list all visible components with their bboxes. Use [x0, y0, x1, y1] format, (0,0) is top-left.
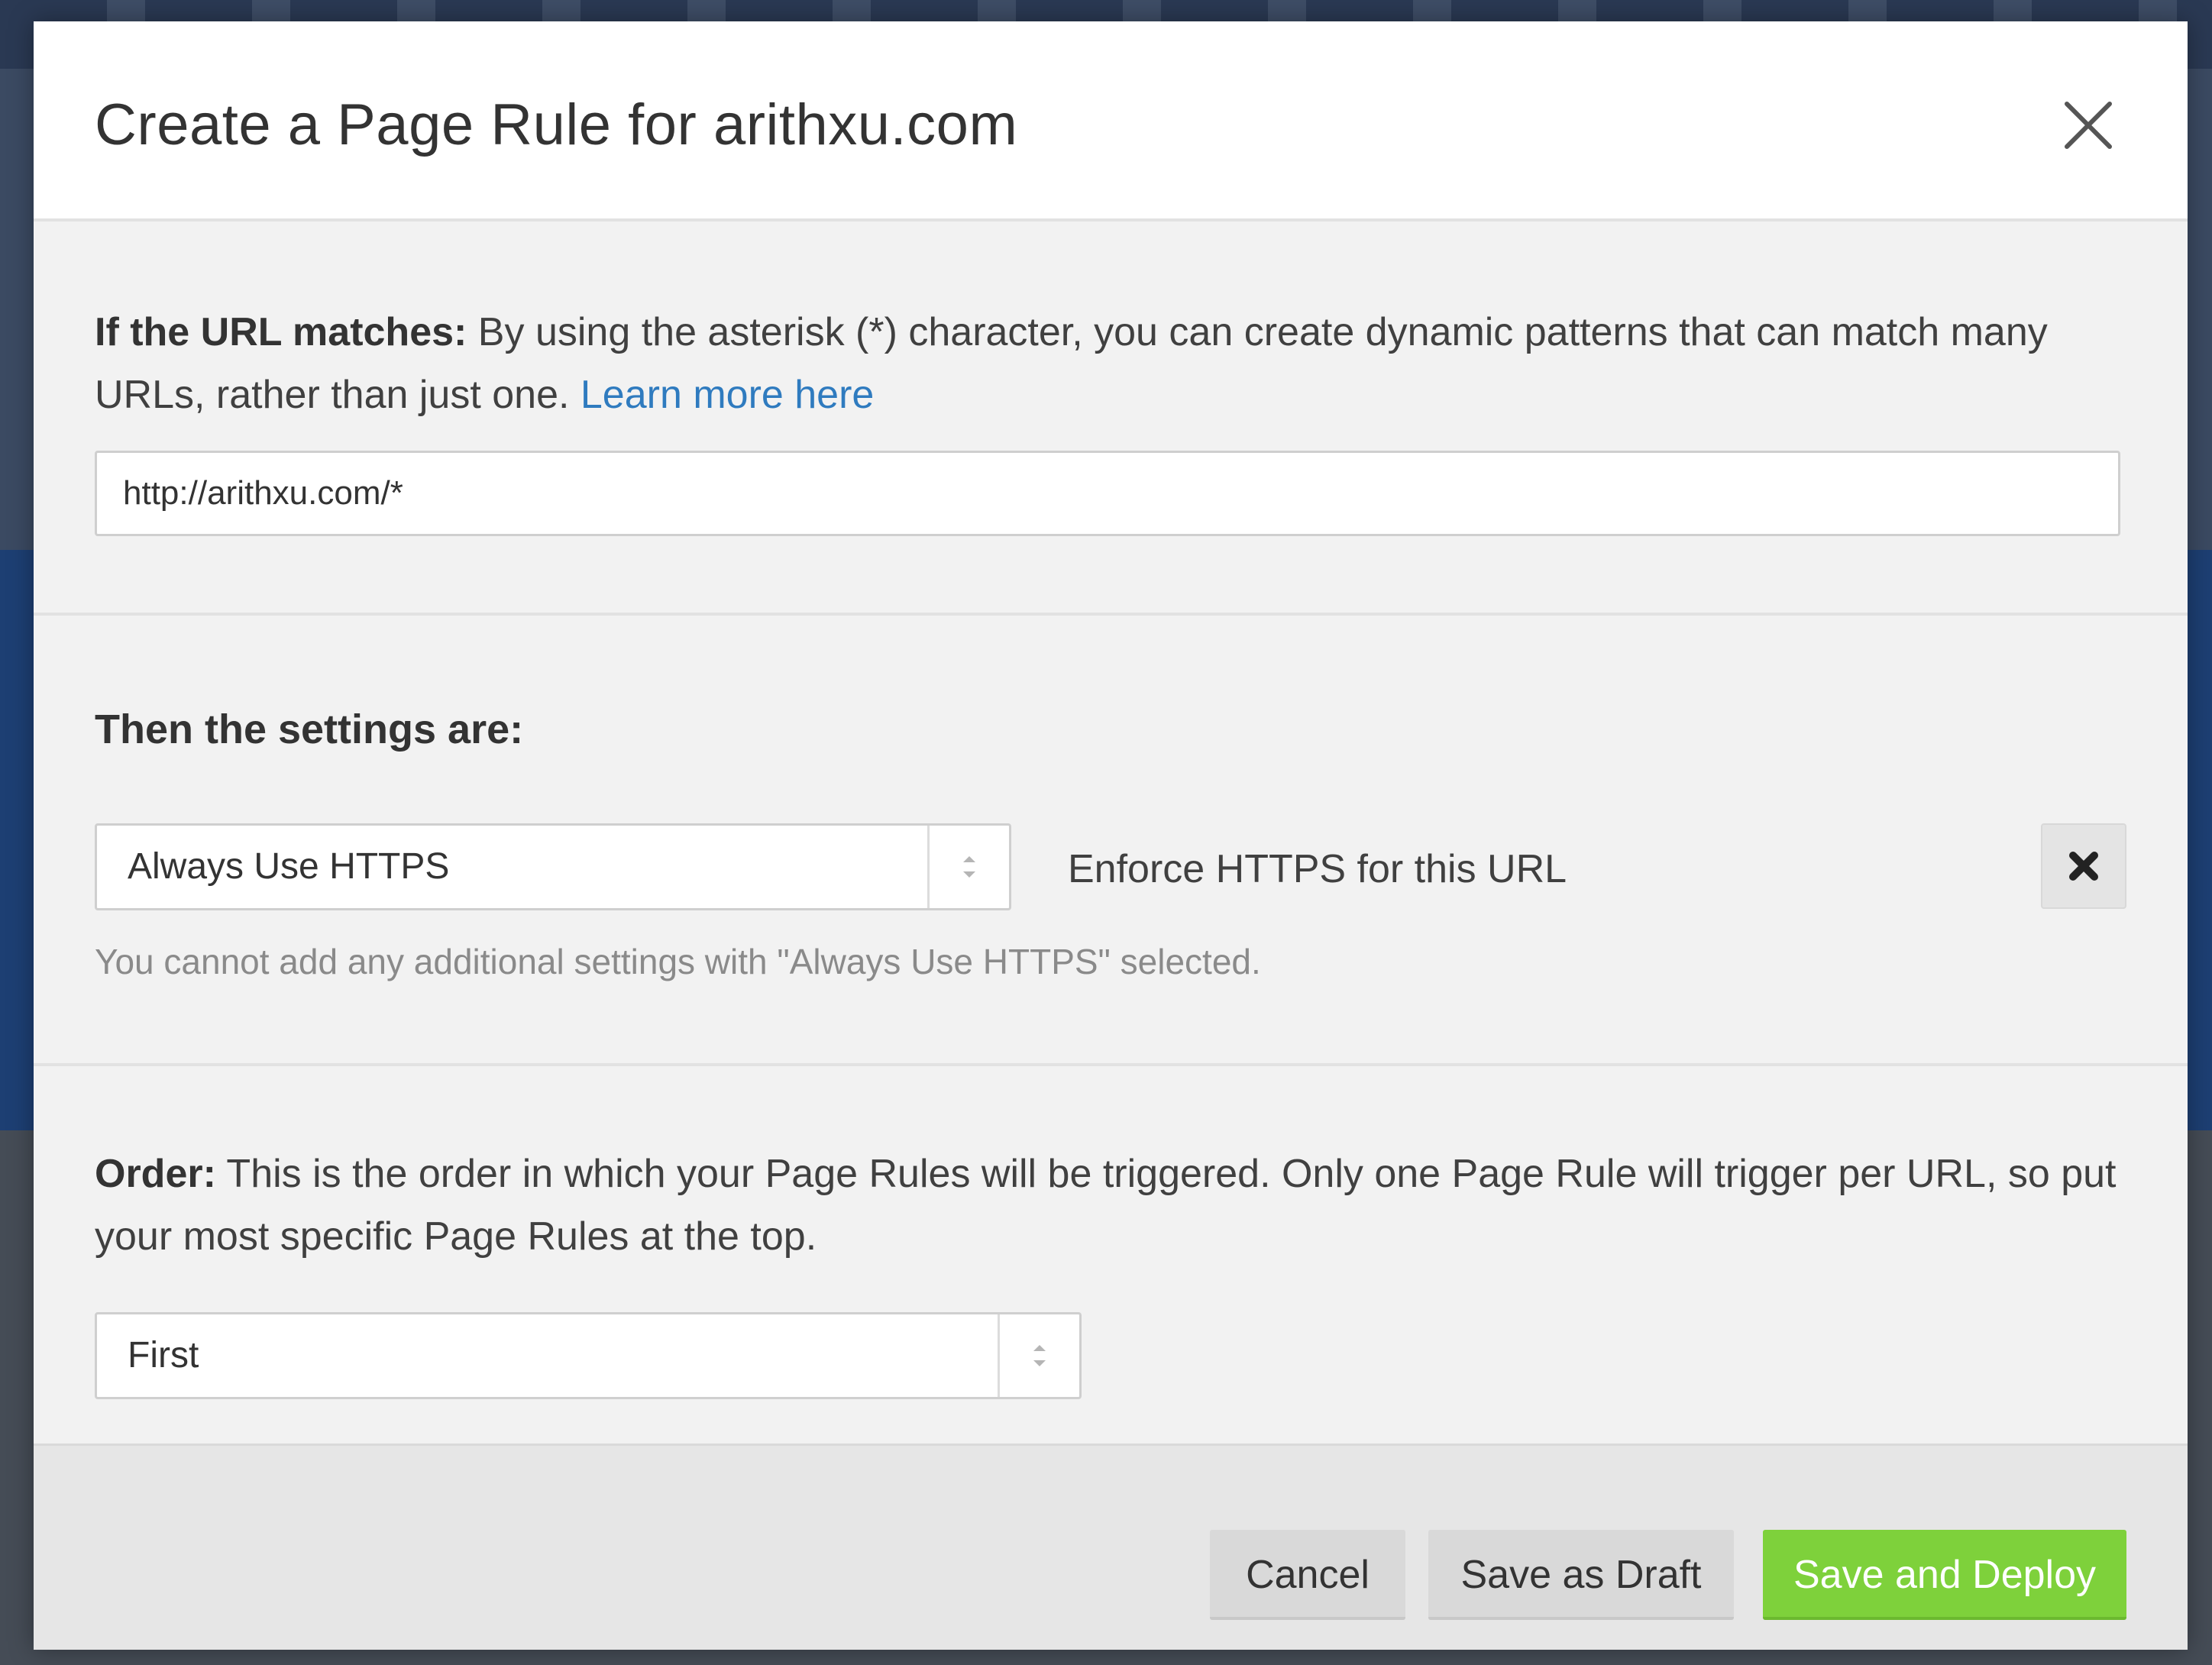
setting-description: Enforce HTTPS for this URL	[1068, 847, 1567, 891]
modal-title: Create a Page Rule for arithxu.com	[95, 92, 1018, 157]
page-rule-modal: Create a Page Rule for arithxu.com If th…	[34, 21, 2188, 1650]
modal-header: Create a Page Rule for arithxu.com	[34, 21, 2188, 221]
order-select[interactable]: First	[95, 1312, 1082, 1399]
url-match-label: If the URL matches:	[95, 310, 467, 354]
modal-footer: Cancel Save as Draft Save and Deploy	[34, 1444, 2188, 1650]
order-select-value: First	[128, 1335, 199, 1376]
url-pattern-input[interactable]	[95, 451, 2120, 536]
remove-setting-button[interactable]	[2041, 823, 2126, 909]
cancel-button[interactable]: Cancel	[1210, 1530, 1405, 1620]
setting-select-value: Always Use HTTPS	[128, 846, 450, 887]
order-help-text: This is the order in which your Page Rul…	[95, 1152, 2117, 1259]
select-arrows-icon	[998, 1314, 1079, 1397]
setting-select[interactable]: Always Use HTTPS	[95, 823, 1011, 910]
order-section: Order: This is the order in which your P…	[34, 1066, 2188, 1462]
close-button[interactable]	[2050, 87, 2126, 163]
url-match-description: If the URL matches: By using the asteris…	[95, 301, 2126, 426]
save-as-draft-button[interactable]: Save as Draft	[1428, 1530, 1734, 1620]
x-icon	[2069, 852, 2098, 881]
settings-hint: You cannot add any additional settings w…	[95, 942, 1261, 981]
save-and-deploy-button[interactable]: Save and Deploy	[1763, 1530, 2126, 1620]
order-description: Order: This is the order in which your P…	[95, 1143, 2126, 1268]
close-icon	[2065, 102, 2112, 149]
settings-heading: Then the settings are:	[95, 706, 524, 752]
learn-more-link[interactable]: Learn more here	[580, 373, 874, 417]
url-match-section: If the URL matches: By using the asteris…	[34, 221, 2188, 616]
order-label: Order:	[95, 1152, 216, 1196]
settings-section: Then the settings are: Always Use HTTPS …	[34, 616, 2188, 1066]
select-arrows-icon	[927, 826, 1009, 908]
